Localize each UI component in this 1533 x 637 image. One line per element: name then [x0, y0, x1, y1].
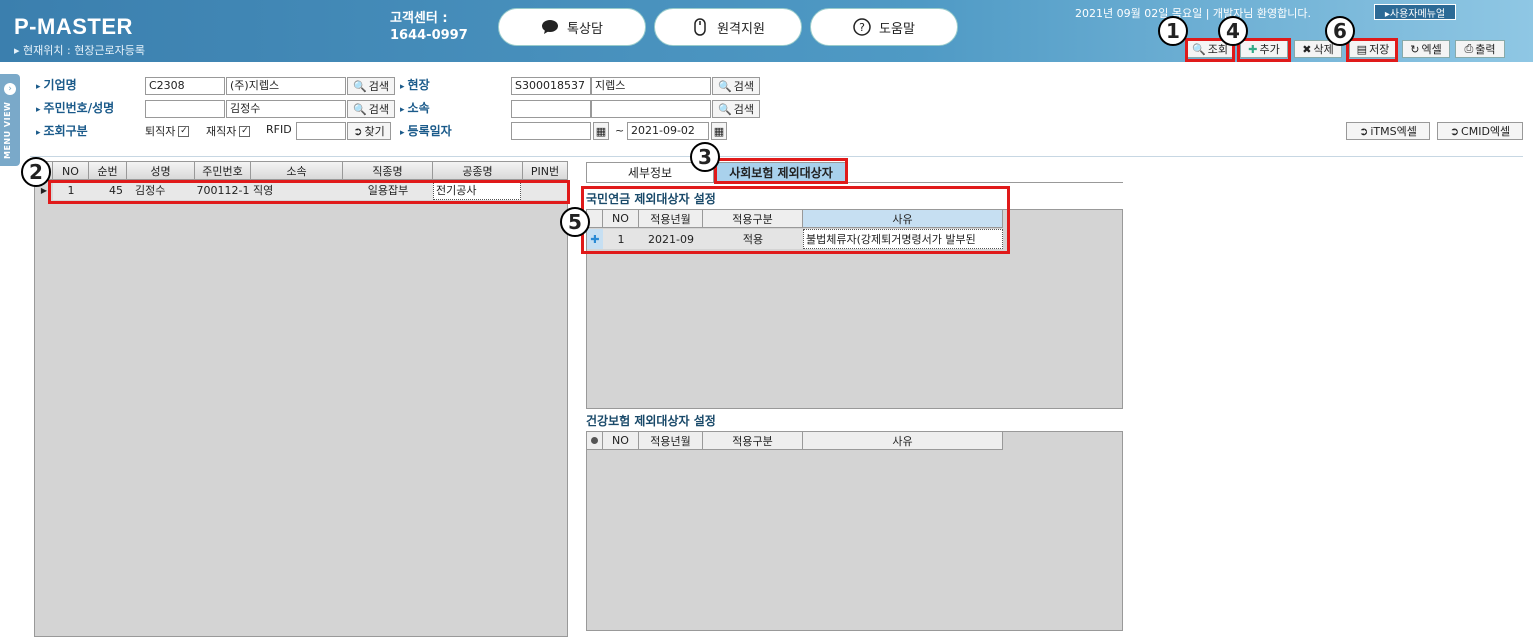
regdate-label: 등록일자	[400, 122, 452, 139]
col-name[interactable]: 성명	[127, 162, 195, 180]
user-manual-button[interactable]: ▸사용자메뉴얼	[1374, 4, 1456, 20]
dot-icon	[591, 437, 598, 444]
person-search-button[interactable]: 🔍 검색	[347, 100, 395, 118]
highlight-pension-section	[581, 186, 1010, 254]
calendar-icon[interactable]: ▦	[711, 122, 727, 140]
step-badge-4: 4	[1218, 16, 1248, 46]
col-apply-type[interactable]: 적용구분	[703, 432, 803, 450]
svg-text:?: ?	[859, 21, 865, 34]
col-dept[interactable]: 소속	[251, 162, 343, 180]
customer-center-phone: 1644-0997	[390, 28, 468, 43]
header-bar: P-MASTER ▸ 현재위치 : 현장근로자등록 고객센터 : 1644-09…	[0, 0, 1533, 62]
chevron-right-icon: ›	[4, 83, 16, 95]
dept-code-input[interactable]	[511, 100, 591, 118]
detail-tabs: 세부정보 사회보험 제외대상자	[586, 161, 1123, 183]
arrow-right-icon: ➲	[1359, 124, 1369, 138]
search-form: 기업명 C2308 (주)지렙스 🔍검색 주민번호/성명 김정수 🔍검색 조회구…	[30, 72, 1523, 144]
highlight-add	[1237, 38, 1291, 62]
excel-toolbar-button[interactable]: ↻ 엑셀	[1402, 40, 1450, 58]
printer-icon: ⎙	[1464, 42, 1474, 55]
highlight-save	[1346, 38, 1398, 62]
worker-grid[interactable]: NO 순번 성명 주민번호 소속 직종명 공종명 PIN번 ▶ 1 45 김정수…	[34, 161, 568, 637]
col-reason[interactable]: 사유	[803, 432, 1003, 450]
chat-consult-button[interactable]: 톡상담	[498, 8, 646, 46]
rfid-label: RFID	[266, 123, 292, 136]
company-label: 기업명	[36, 76, 77, 93]
arrow-right-icon: ➲	[1449, 124, 1460, 138]
col-seq[interactable]: 순번	[89, 162, 127, 180]
find-button[interactable]: ➲ 찾기	[347, 122, 391, 140]
col-no[interactable]: NO	[53, 162, 89, 180]
calendar-icon[interactable]: ▦	[593, 122, 609, 140]
magnifier-icon: 🔍	[718, 102, 732, 116]
site-name-input[interactable]: 지렙스	[591, 77, 711, 95]
dept-name-input[interactable]	[591, 100, 711, 118]
rfid-input[interactable]	[296, 122, 346, 140]
help-label: 도움말	[879, 21, 915, 37]
question-icon: ?	[853, 18, 871, 36]
remote-support-label: 원격지원	[717, 21, 765, 37]
site-search-button[interactable]: 🔍 검색	[712, 77, 760, 95]
magnifier-icon: 🔍	[718, 79, 732, 93]
retired-checkbox[interactable]: 퇴직자 ✓	[145, 123, 190, 139]
step-badge-2: 2	[21, 157, 51, 187]
checkmark-icon: ✓	[239, 125, 251, 137]
row-indicator-header	[587, 432, 603, 450]
speech-bubble-icon	[541, 18, 559, 36]
site-code-input[interactable]: S300018537	[511, 77, 591, 95]
dept-search-button[interactable]: 🔍 검색	[712, 100, 760, 118]
dept-label: 소속	[400, 99, 430, 116]
date-tilde: ~	[615, 124, 625, 137]
menu-view-label: MENU VIEW	[3, 101, 12, 159]
resid-input[interactable]	[145, 100, 225, 118]
highlight-tab	[714, 158, 848, 184]
col-apply-month[interactable]: 적용년월	[639, 432, 703, 450]
remote-support-button[interactable]: 원격지원	[654, 8, 802, 46]
print-toolbar-button[interactable]: ⎙ 출력	[1455, 40, 1505, 58]
app-logo: P-MASTER	[14, 14, 133, 39]
date-from-input[interactable]	[511, 122, 591, 140]
step-badge-6: 6	[1325, 16, 1355, 46]
step-badge-5: 5	[560, 207, 590, 237]
excel-icon: ↻	[1410, 42, 1420, 56]
menu-view-tab[interactable]: › MENU VIEW	[0, 74, 20, 166]
magnifier-icon: 🔍	[353, 102, 367, 116]
date-to-input[interactable]: 2021-09-02	[627, 122, 709, 140]
itms-excel-button[interactable]: ➲ iTMS엑셀	[1346, 122, 1430, 140]
mouse-icon	[691, 18, 709, 36]
col-no[interactable]: NO	[603, 432, 639, 450]
col-job[interactable]: 직종명	[343, 162, 433, 180]
chat-consult-label: 톡상담	[567, 21, 603, 37]
arrow-right-icon: ➲	[353, 124, 363, 138]
highlight-worker-row	[48, 180, 570, 204]
step-badge-1: 1	[1158, 16, 1188, 46]
breadcrumb: ▸ 현재위치 : 현장근로자등록	[14, 44, 146, 57]
col-worktype[interactable]: 공종명	[433, 162, 523, 180]
help-button[interactable]: ? 도움말	[810, 8, 958, 46]
delete-icon: ✖	[1302, 42, 1312, 56]
company-search-button[interactable]: 🔍 검색	[347, 77, 395, 95]
col-pin[interactable]: PIN번	[523, 162, 568, 180]
divider	[30, 156, 1523, 157]
health-title: 건강보험 제외대상자 설정	[586, 414, 716, 428]
magnifier-icon: 🔍	[353, 79, 367, 93]
company-code-input[interactable]: C2308	[145, 77, 225, 95]
health-grid[interactable]: NO 적용년월 적용구분 사유	[586, 431, 1123, 631]
col-resid[interactable]: 주민번호	[195, 162, 251, 180]
customer-center: 고객센터 : 1644-0997	[390, 10, 468, 44]
type-label: 조회구분	[36, 122, 88, 139]
company-name-input[interactable]: (주)지렙스	[226, 77, 346, 95]
site-label: 현장	[400, 76, 430, 93]
step-badge-3: 3	[690, 142, 720, 172]
resid-label: 주민번호/성명	[36, 99, 115, 116]
checkmark-icon: ✓	[178, 125, 190, 137]
cmid-excel-button[interactable]: ➲ CMID엑셀	[1437, 122, 1523, 140]
employed-checkbox[interactable]: 재직자 ✓	[206, 123, 251, 139]
grid-header: NO 순번 성명 주민번호 소속 직종명 공종명 PIN번	[35, 162, 568, 180]
customer-center-label: 고객센터 :	[390, 11, 448, 26]
person-name-input[interactable]: 김정수	[226, 100, 346, 118]
welcome-text: 2021년 09월 02일 목요일 | 개발자님 환영합니다.	[1075, 7, 1311, 20]
